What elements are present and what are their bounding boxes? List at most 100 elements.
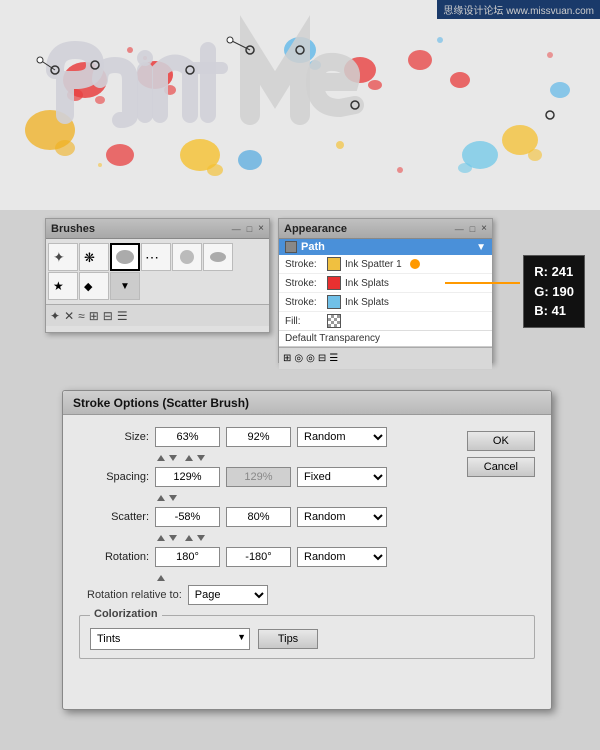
dialog-titlebar: Stroke Options (Scatter Brush) <box>63 391 551 415</box>
brush-item-1[interactable]: ✦ <box>48 243 78 271</box>
scatter-max-input[interactable] <box>226 507 291 527</box>
brush-item-5[interactable] <box>172 243 202 271</box>
colorization-title: Colorization <box>90 608 162 620</box>
svg-text:⋯: ⋯ <box>145 249 159 265</box>
brushes-toolbar: ✦ ✕ ≈ ⊞ ⊟ ☰ <box>46 304 269 326</box>
rotation-up[interactable] <box>157 575 165 581</box>
appearance-minimize[interactable]: — <box>455 224 464 234</box>
brushes-maximize[interactable]: □ <box>247 224 252 234</box>
brushes-titlebar: Brushes — □ × <box>46 219 269 239</box>
ap-stroke-row-3: Stroke: Ink Splats <box>279 293 492 312</box>
ap-fill-row: Fill: <box>279 312 492 330</box>
rotation-max-input[interactable] <box>226 547 291 567</box>
color-b-value: 41 <box>552 303 566 318</box>
rotation-row: Rotation: Random Fixed <box>79 547 535 567</box>
scatter-min-up[interactable] <box>157 535 165 541</box>
brushes-title: Brushes <box>51 223 95 235</box>
cancel-button[interactable]: Cancel <box>467 457 535 477</box>
appearance-maximize[interactable]: □ <box>470 224 475 234</box>
ap-tool-1[interactable]: ⊞ <box>283 353 291 364</box>
size-min-up[interactable] <box>157 455 165 461</box>
ap-stroke3-swatch[interactable] <box>327 295 341 309</box>
brush-tool-2[interactable]: ✕ <box>64 309 74 323</box>
color-r-label: R: <box>534 264 548 279</box>
appearance-toolbar: ⊞ ◎ ◎ ⊟ ☰ <box>279 347 492 369</box>
ap-scroll-arrow: ▼ <box>476 242 486 253</box>
rotation-dropdown[interactable]: Random Fixed <box>297 547 387 567</box>
size-min-down2[interactable] <box>197 455 205 461</box>
ap-stroke1-swatch[interactable] <box>327 257 341 271</box>
ap-stroke3-label: Stroke: <box>285 297 323 308</box>
color-b-row: B: 41 <box>534 301 574 321</box>
scatter-dropdown[interactable]: Random Fixed <box>297 507 387 527</box>
ap-path-row: Path ▼ <box>279 239 492 255</box>
scatter-max-up[interactable] <box>185 535 193 541</box>
connector-line <box>445 282 520 284</box>
scatter-row: Scatter: Random Fixed <box>79 507 535 527</box>
ap-stroke1-name: Ink Spatter 1 <box>345 259 402 270</box>
ap-tool-3[interactable]: ◎ <box>306 353 315 364</box>
size-min-input[interactable] <box>155 427 220 447</box>
brush-tool-4[interactable]: ⊞ <box>89 309 99 323</box>
svg-text:✦: ✦ <box>53 249 65 265</box>
dialog-body: OK Cancel Size: Random Fixed Pressure <box>63 415 551 671</box>
brushes-close[interactable]: × <box>258 223 264 234</box>
tips-button[interactable]: Tips <box>258 629 318 649</box>
ap-stroke-row-1: Stroke: Ink Spatter 1 <box>279 255 492 274</box>
ap-tool-4[interactable]: ⊟ <box>318 353 326 364</box>
brush-item-6[interactable] <box>203 243 233 271</box>
appearance-content: Path ▼ Stroke: Ink Spatter 1 Stroke: Ink… <box>279 239 492 347</box>
ap-transparency: Default Transparency <box>279 330 492 346</box>
brush-item-3[interactable] <box>110 243 140 271</box>
brush-item-2[interactable]: ❋ <box>79 243 109 271</box>
dialog-buttons: OK Cancel <box>467 431 535 477</box>
scatter-label: Scatter: <box>79 511 149 523</box>
ap-tool-5[interactable]: ☰ <box>329 353 338 364</box>
size-max-input[interactable] <box>226 427 291 447</box>
spacing-dropdown[interactable]: Fixed Random <box>297 467 387 487</box>
scatter-min-input[interactable] <box>155 507 220 527</box>
ap-stroke2-label: Stroke: <box>285 278 323 289</box>
stroke-options-dialog: Stroke Options (Scatter Brush) OK Cancel… <box>62 390 552 710</box>
color-g-value: 190 <box>552 284 574 299</box>
size-min-down[interactable] <box>169 455 177 461</box>
rotation-relative-dropdown[interactable]: Page Path <box>188 585 268 605</box>
brush-item-8[interactable]: ◆ <box>79 272 109 300</box>
spacing-up[interactable] <box>157 495 165 501</box>
color-r-row: R: 241 <box>534 262 574 282</box>
scatter-max-down[interactable] <box>197 535 205 541</box>
appearance-title: Appearance <box>284 223 347 235</box>
ap-stroke2-swatch[interactable] <box>327 276 341 290</box>
brush-scroll-arrow[interactable]: ▼ <box>110 272 140 300</box>
svg-text:◆: ◆ <box>84 281 93 293</box>
scatter-min-down[interactable] <box>169 535 177 541</box>
brush-tool-3[interactable]: ≈ <box>78 309 85 323</box>
brush-item-4[interactable]: ⋯ <box>141 243 171 271</box>
appearance-close[interactable]: × <box>481 223 487 234</box>
tints-select[interactable]: Tints None Tints and Shades Hue Shift <box>90 628 250 650</box>
ap-stroke2-name: Ink Splats <box>345 278 389 289</box>
color-tooltip: R: 241 G: 190 B: 41 <box>523 255 585 328</box>
colorization-row: Tints None Tints and Shades Hue Shift ▼ … <box>90 628 524 650</box>
size-dropdown[interactable]: Random Fixed Pressure <box>297 427 387 447</box>
brushes-minimize[interactable]: — <box>232 224 241 234</box>
ap-tool-2[interactable]: ◎ <box>294 353 303 364</box>
brush-item-7[interactable]: ★ <box>48 272 78 300</box>
spacing-min-input[interactable] <box>155 467 220 487</box>
ap-path-label: Path <box>301 241 325 253</box>
brush-tool-1[interactable]: ✦ <box>50 309 60 323</box>
ok-button[interactable]: OK <box>467 431 535 451</box>
color-r-value: 241 <box>552 264 574 279</box>
scatter-steppers <box>79 533 535 541</box>
brush-tool-6[interactable]: ☰ <box>117 309 128 323</box>
spacing-steppers <box>79 493 535 501</box>
brush-tool-5[interactable]: ⊟ <box>103 309 113 323</box>
rotation-min-input[interactable] <box>155 547 220 567</box>
spacing-down[interactable] <box>169 495 177 501</box>
ap-fill-swatch[interactable] <box>327 314 341 328</box>
brushes-grid: ✦ ❋ ⋯ ★ ◆ ▼ <box>46 239 256 304</box>
rotation-steppers <box>79 573 535 581</box>
size-min-up2[interactable] <box>185 455 193 461</box>
canvas-area <box>0 0 600 210</box>
spacing-max-input <box>226 467 291 487</box>
